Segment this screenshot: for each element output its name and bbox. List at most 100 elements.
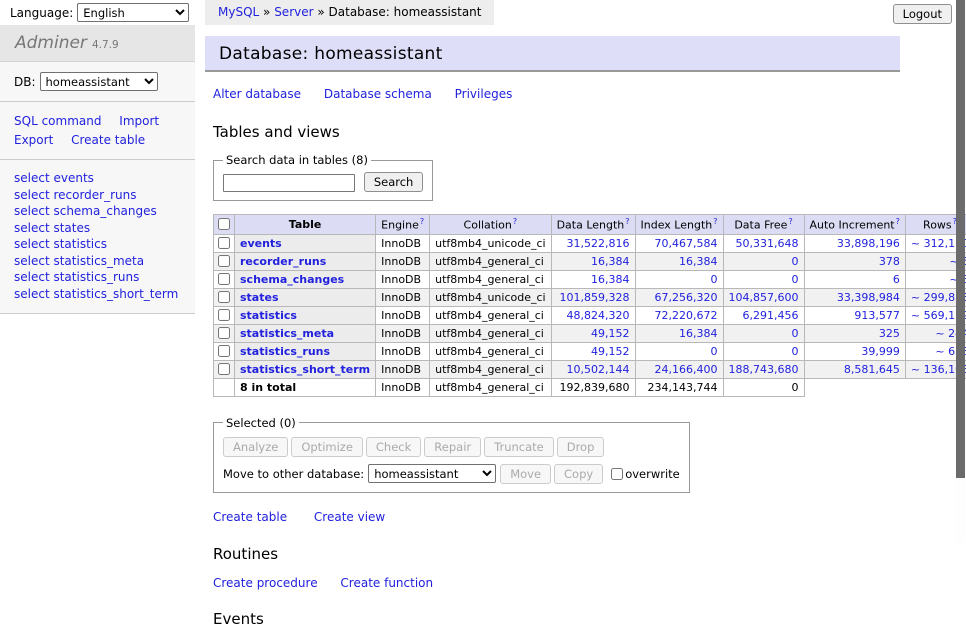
alter-database-link[interactable]: Alter database xyxy=(213,87,301,101)
collation-cell: utf8mb4_general_ci xyxy=(430,252,551,270)
row-checkbox-events[interactable] xyxy=(218,237,230,249)
index-length-cell: 24,166,400 xyxy=(635,360,723,378)
index-length-cell: 16,384 xyxy=(635,252,723,270)
drop-button[interactable]: Drop xyxy=(557,437,605,457)
data-free-cell: 0 xyxy=(723,270,804,288)
row-checkbox-schema-changes[interactable] xyxy=(218,273,230,285)
table-row: statisticsInnoDButf8mb4_general_ci48,824… xyxy=(214,306,966,324)
data-length-cell: 49,152 xyxy=(551,324,635,342)
row-checkbox-cell xyxy=(214,288,235,306)
data-free-cell: 6,291,456 xyxy=(723,306,804,324)
create-view-link[interactable]: Create view xyxy=(314,510,385,524)
select-schema-changes-link[interactable]: select schema_changes xyxy=(14,203,181,220)
overwrite-checkbox[interactable] xyxy=(611,468,623,480)
table-link-statistics-meta[interactable]: statistics_meta xyxy=(240,327,334,340)
table-name-cell: statistics_runs xyxy=(235,342,376,360)
main-content: MySQL » Server » Database: homeassistant… xyxy=(205,0,900,628)
privileges-link[interactable]: Privileges xyxy=(455,87,513,101)
database-schema-link[interactable]: Database schema xyxy=(324,87,432,101)
row-checkbox-statistics[interactable] xyxy=(218,309,230,321)
search-fieldset: Search data in tables (8) Search xyxy=(213,153,433,201)
events-heading: Events xyxy=(213,610,900,628)
row-checkbox-statistics-runs[interactable] xyxy=(218,345,230,357)
total-label-cell: 8 in total xyxy=(235,378,376,396)
auto-increment-cell: 378 xyxy=(804,252,905,270)
data-length-cell: 49,152 xyxy=(551,342,635,360)
engine-cell: InnoDB xyxy=(376,270,430,288)
optimize-button[interactable]: Optimize xyxy=(291,437,363,457)
help-icon[interactable]: ? xyxy=(788,217,792,226)
language-select[interactable]: English xyxy=(77,3,189,22)
help-icon[interactable]: ? xyxy=(513,217,517,226)
select-states-link[interactable]: select states xyxy=(14,220,181,237)
help-icon[interactable]: ? xyxy=(896,217,900,226)
column-header-data-length: Data Length? xyxy=(551,215,635,235)
data-free-cell: 0 xyxy=(723,324,804,342)
row-checkbox-cell xyxy=(214,234,235,252)
select-statistics-link[interactable]: select statistics xyxy=(14,236,181,253)
help-icon[interactable]: ? xyxy=(625,217,629,226)
move-button[interactable]: Move xyxy=(500,464,551,484)
table-link-statistics-short-term[interactable]: statistics_short_term xyxy=(240,363,370,376)
create-table-link[interactable]: Create table xyxy=(213,510,287,524)
breadcrumb-server[interactable]: Server xyxy=(274,5,313,19)
select-statistics-runs-link[interactable]: select statistics_runs xyxy=(14,269,181,286)
select-statistics-meta-link[interactable]: select statistics_meta xyxy=(14,253,181,270)
table-link-events[interactable]: events xyxy=(240,237,282,250)
table-row: statistics_metaInnoDButf8mb4_general_ci4… xyxy=(214,324,966,342)
auto-increment-cell: 325 xyxy=(804,324,905,342)
breadcrumb: MySQL » Server » Database: homeassistant xyxy=(205,0,494,25)
db-select[interactable]: homeassistant xyxy=(40,72,158,91)
data-free-cell: 188,743,680 xyxy=(723,360,804,378)
move-db-select[interactable]: homeassistant xyxy=(368,464,496,483)
auto-increment-cell: 33,898,196 xyxy=(804,234,905,252)
row-checkbox-states[interactable] xyxy=(218,291,230,303)
repair-button[interactable]: Repair xyxy=(424,437,481,457)
copy-button[interactable]: Copy xyxy=(554,464,603,484)
select-all-checkbox[interactable] xyxy=(218,218,230,230)
engine-cell: InnoDB xyxy=(376,360,430,378)
breadcrumb-separator: » xyxy=(314,5,329,19)
row-checkbox-statistics-meta[interactable] xyxy=(218,327,230,339)
total-index-length-cell: 234,143,744 xyxy=(635,378,723,396)
data-length-cell: 31,522,816 xyxy=(551,234,635,252)
collation-cell: utf8mb4_unicode_ci xyxy=(430,234,551,252)
help-icon[interactable]: ? xyxy=(420,217,424,226)
index-length-cell: 0 xyxy=(635,342,723,360)
app-logo[interactable]: Adminer xyxy=(15,33,87,53)
tables-body: eventsInnoDButf8mb4_unicode_ci31,522,816… xyxy=(214,234,966,396)
sidebar-table-links: select events select recorder_runs selec… xyxy=(0,160,195,313)
create-table-link[interactable]: Create table xyxy=(71,133,145,147)
breadcrumb-mysql[interactable]: MySQL xyxy=(218,5,259,19)
create-procedure-link[interactable]: Create procedure xyxy=(213,576,318,590)
table-link-statistics[interactable]: statistics xyxy=(240,309,297,322)
select-events-link[interactable]: select events xyxy=(14,170,181,187)
row-checkbox-recorder-runs[interactable] xyxy=(218,255,230,267)
truncate-button[interactable]: Truncate xyxy=(484,437,554,457)
search-input[interactable] xyxy=(223,174,355,192)
scrollbar-thumb[interactable] xyxy=(956,0,965,478)
auto-increment-cell: 6 xyxy=(804,270,905,288)
search-button[interactable]: Search xyxy=(364,172,424,192)
help-icon[interactable]: ? xyxy=(713,217,717,226)
analyze-button[interactable]: Analyze xyxy=(223,437,288,457)
row-checkbox-cell xyxy=(214,342,235,360)
routines-heading: Routines xyxy=(213,545,900,563)
export-link[interactable]: Export xyxy=(14,133,53,147)
scrollbar-track[interactable] xyxy=(956,0,965,543)
table-link-states[interactable]: states xyxy=(240,291,279,304)
create-function-link[interactable]: Create function xyxy=(340,576,433,590)
logout-button[interactable]: Logout xyxy=(893,4,952,24)
routine-links: Create procedure Create function xyxy=(213,576,900,590)
language-label: Language: xyxy=(10,6,73,20)
select-statistics-short-term-link[interactable]: select statistics_short_term xyxy=(14,286,181,303)
sql-command-link[interactable]: SQL command xyxy=(14,114,101,128)
db-actions: Alter database Database schema Privilege… xyxy=(213,87,900,101)
import-link[interactable]: Import xyxy=(119,114,159,128)
table-link-schema-changes[interactable]: schema_changes xyxy=(240,273,344,286)
table-link-recorder-runs[interactable]: recorder_runs xyxy=(240,255,326,268)
select-recorder-runs-link[interactable]: select recorder_runs xyxy=(14,187,181,204)
table-link-statistics-runs[interactable]: statistics_runs xyxy=(240,345,330,358)
check-button[interactable]: Check xyxy=(366,437,421,457)
row-checkbox-statistics-short-term[interactable] xyxy=(218,363,230,375)
